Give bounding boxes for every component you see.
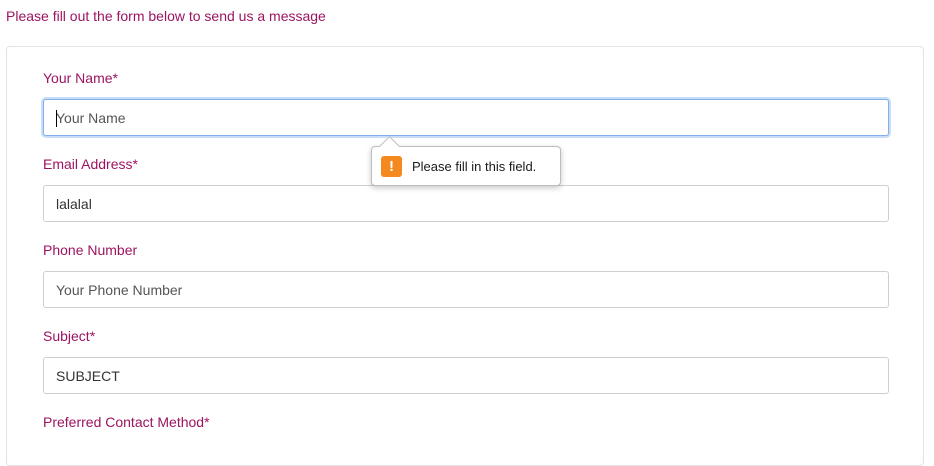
subject-label: Subject* [43, 328, 96, 344]
phone-input[interactable] [43, 271, 889, 308]
email-input[interactable] [43, 185, 889, 222]
form-intro-text: Please fill out the form below to send u… [6, 8, 326, 24]
text-cursor [56, 110, 57, 127]
name-input[interactable] [43, 99, 889, 136]
subject-input[interactable] [43, 357, 889, 394]
contact-method-label: Preferred Contact Method* [43, 414, 210, 430]
email-label: Email Address* [43, 156, 138, 172]
warning-icon: ! [381, 155, 402, 177]
phone-label: Phone Number [43, 242, 138, 258]
validation-tooltip: ! Please fill in this field. [371, 135, 561, 186]
tooltip-message: Please fill in this field. [412, 158, 537, 174]
name-label: Your Name* [43, 70, 118, 86]
